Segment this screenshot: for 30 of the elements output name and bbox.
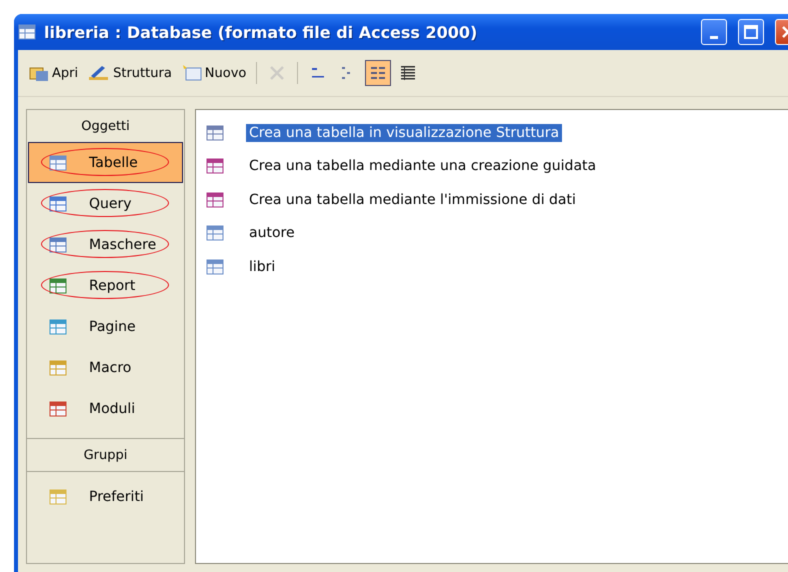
maximize-icon — [744, 25, 758, 39]
sidebar-item[interactable]: Maschere — [28, 224, 183, 265]
sidebar-item[interactable]: Preferiti — [28, 476, 183, 517]
sidebar-item[interactable]: Macro — [28, 347, 183, 388]
table-icon — [206, 258, 224, 276]
window-title: libreria : Database (formato file di Access 2000) — [44, 22, 478, 42]
sidebar-item[interactable]: Report — [28, 265, 183, 306]
list-item[interactable]: autore — [246, 224, 298, 242]
table-icon — [206, 224, 224, 242]
sidebar-item[interactable]: Moduli — [28, 388, 183, 429]
new-table-icon — [182, 64, 202, 82]
database-icon — [18, 23, 36, 41]
toolbar-button[interactable]: Struttura — [85, 62, 175, 84]
minimize-icon — [710, 36, 718, 38]
list-item[interactable]: Crea una tabella in visualizzazione Struttura — [246, 124, 562, 142]
toolbar-button[interactable]: Nuovo — [178, 62, 250, 84]
minimize-button[interactable] — [701, 19, 727, 45]
toolbar-button[interactable]: Apri — [26, 62, 82, 84]
group-header: Oggetti — [80, 118, 131, 136]
list-item[interactable]: libri — [246, 258, 278, 276]
sidebar-item[interactable]: Query — [28, 183, 183, 224]
sidebar-item[interactable]: Tabelle — [28, 142, 183, 183]
list-item[interactable]: Crea una tabella mediante l'immissione di dati — [246, 190, 579, 209]
sidebar-item[interactable]: Pagine — [28, 306, 183, 347]
maximize-button[interactable] — [738, 19, 764, 45]
ruler-pencil-icon — [88, 64, 110, 82]
list-item[interactable]: Crea una tabella mediante una creazione guidata — [246, 157, 600, 176]
table-icon — [49, 154, 67, 172]
group-header: Gruppi — [27, 438, 184, 472]
list-view-icon[interactable] — [365, 60, 392, 86]
